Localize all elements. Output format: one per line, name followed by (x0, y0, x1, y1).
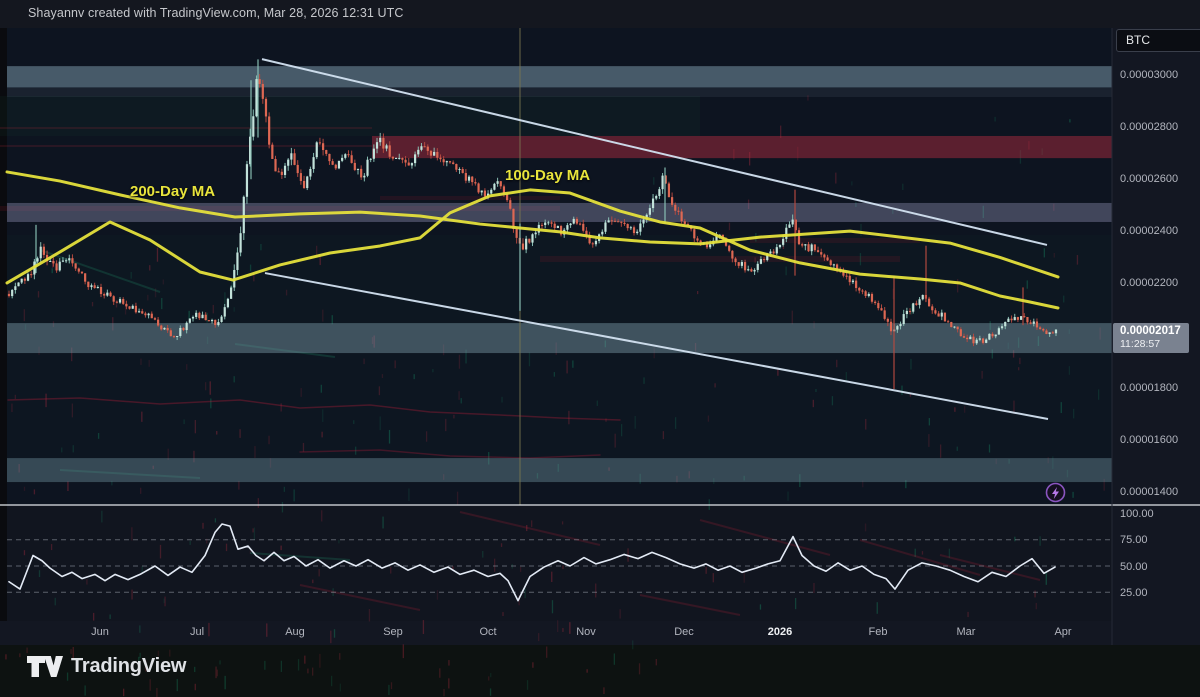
chart-canvas[interactable] (0, 0, 1200, 697)
current-price-label: 0.00002017 11:28:57 (1113, 323, 1189, 353)
symbol-badge: BTC (1116, 29, 1200, 52)
price-axis-label: 0.00002800 (1120, 120, 1178, 134)
rsi-axis-label: 75.00 (1120, 533, 1148, 547)
chart-credit: Shayannv created with TradingView.com, M… (28, 6, 404, 20)
boost-button[interactable] (1044, 481, 1067, 504)
tradingview-logo-text: TradingView (71, 655, 186, 678)
price-axis-label: 0.00001600 (1120, 433, 1178, 447)
ma100-label: 100-Day MA (505, 167, 590, 184)
price-axis-label: 0.00002400 (1120, 224, 1178, 238)
time-axis-label: Oct (479, 626, 496, 638)
time-axis-label: Jun (91, 626, 109, 638)
price-axis-label: 0.00002600 (1120, 172, 1178, 186)
time-axis-label: Sep (383, 626, 403, 638)
price-axis-label: 0.00001400 (1120, 485, 1178, 499)
ma200-label: 200-Day MA (130, 183, 215, 200)
price-axis-label: 0.00002200 (1120, 276, 1178, 290)
time-axis-label: Mar (957, 626, 976, 638)
rsi-axis-label: 100.00 (1120, 507, 1154, 521)
time-axis-label: Aug (285, 626, 305, 638)
rsi-axis-label: 25.00 (1120, 586, 1148, 600)
tradingview-logo[interactable]: TradingView (27, 655, 186, 678)
time-axis-label: Apr (1054, 626, 1071, 638)
price-axis-label: 0.00001800 (1120, 381, 1178, 395)
current-price-value: 0.00002017 (1120, 324, 1189, 338)
tradingview-chart-page: Shayannv created with TradingView.com, M… (0, 0, 1200, 697)
bar-countdown: 11:28:57 (1120, 338, 1189, 351)
time-axis-label: 2026 (768, 626, 792, 638)
time-axis-label: Nov (576, 626, 596, 638)
symbol-badge-label: BTC (1126, 33, 1150, 47)
time-axis-label: Feb (869, 626, 888, 638)
tradingview-logo-mark (27, 655, 63, 678)
rsi-axis-label: 50.00 (1120, 560, 1148, 574)
time-axis-label: Jul (190, 626, 204, 638)
price-axis-label: 0.00003000 (1120, 68, 1178, 82)
time-axis-label: Dec (674, 626, 694, 638)
